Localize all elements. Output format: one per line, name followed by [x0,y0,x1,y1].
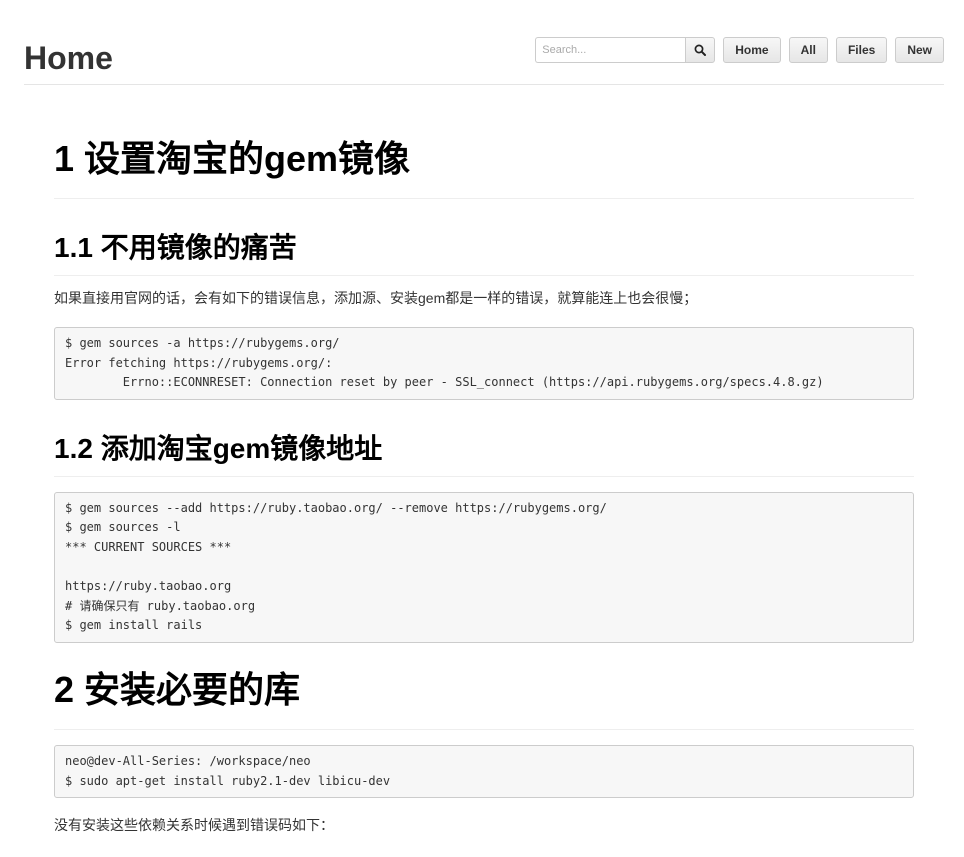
all-button[interactable]: All [788,37,828,63]
code-block: $ gem sources -a https://rubygems.org/Er… [54,327,914,400]
code-line: Errno::ECONNRESET: Connection reset by p… [65,375,824,390]
section-heading: 1 设置淘宝的gem镜像 [54,130,914,199]
code-line: https://ruby.taobao.org [65,579,232,594]
paragraph: 没有安装这些依赖关系时候遇到错误码如下： [54,817,334,834]
home-button[interactable]: Home [723,37,781,63]
section-heading: 2 安装必要的库 [54,661,914,730]
code-line: $ gem install rails [65,618,203,633]
page-title: Home [24,40,113,76]
code-block: neo@dev-All-Series: /workspace/neo $ sudo… [54,744,914,799]
code-line: $ gem sources --add https://ruby.taobao.… [65,500,607,515]
page-header: Home Home All Files New [24,28,944,85]
code-line: # 请确保只有 ruby.taobao.org [65,598,256,613]
search-icon [694,44,707,56]
code-line: $ gem sources -l [65,520,181,535]
search-input[interactable] [535,37,686,63]
subsection-heading: 1.1 不用镜像的痛苦 [54,227,914,276]
search-form [535,37,716,63]
subsection-heading: 1.2 添加淘宝gem镜像地址 [54,428,914,477]
code-line: Error fetching https://rubygems.org/: [65,355,333,370]
wiki-content: 1 设置淘宝的gem镜像 1.1 不用镜像的痛苦 如果直接用官网的话，会有如下的… [54,130,914,835]
code-line: $ sudo apt-get install ruby2.1-dev libic… [65,773,391,788]
toolbar: Home All Files New [535,36,944,64]
code-line: $ gem sources -a https://rubygems.org/ [65,336,340,350]
files-button[interactable]: Files [835,37,888,63]
code-line: *** CURRENT SOURCES *** [65,539,232,554]
paragraph: 如果直接用官网的话，会有如下的错误信息，添加源、安装gem都是一样的错误，就算能… [54,290,698,306]
new-button[interactable]: New [895,37,944,63]
code-line: neo@dev-All-Series: /workspace/neo [65,753,311,768]
search-button[interactable] [685,37,716,63]
code-block: $ gem sources --add https://ruby.taobao.… [54,491,914,643]
